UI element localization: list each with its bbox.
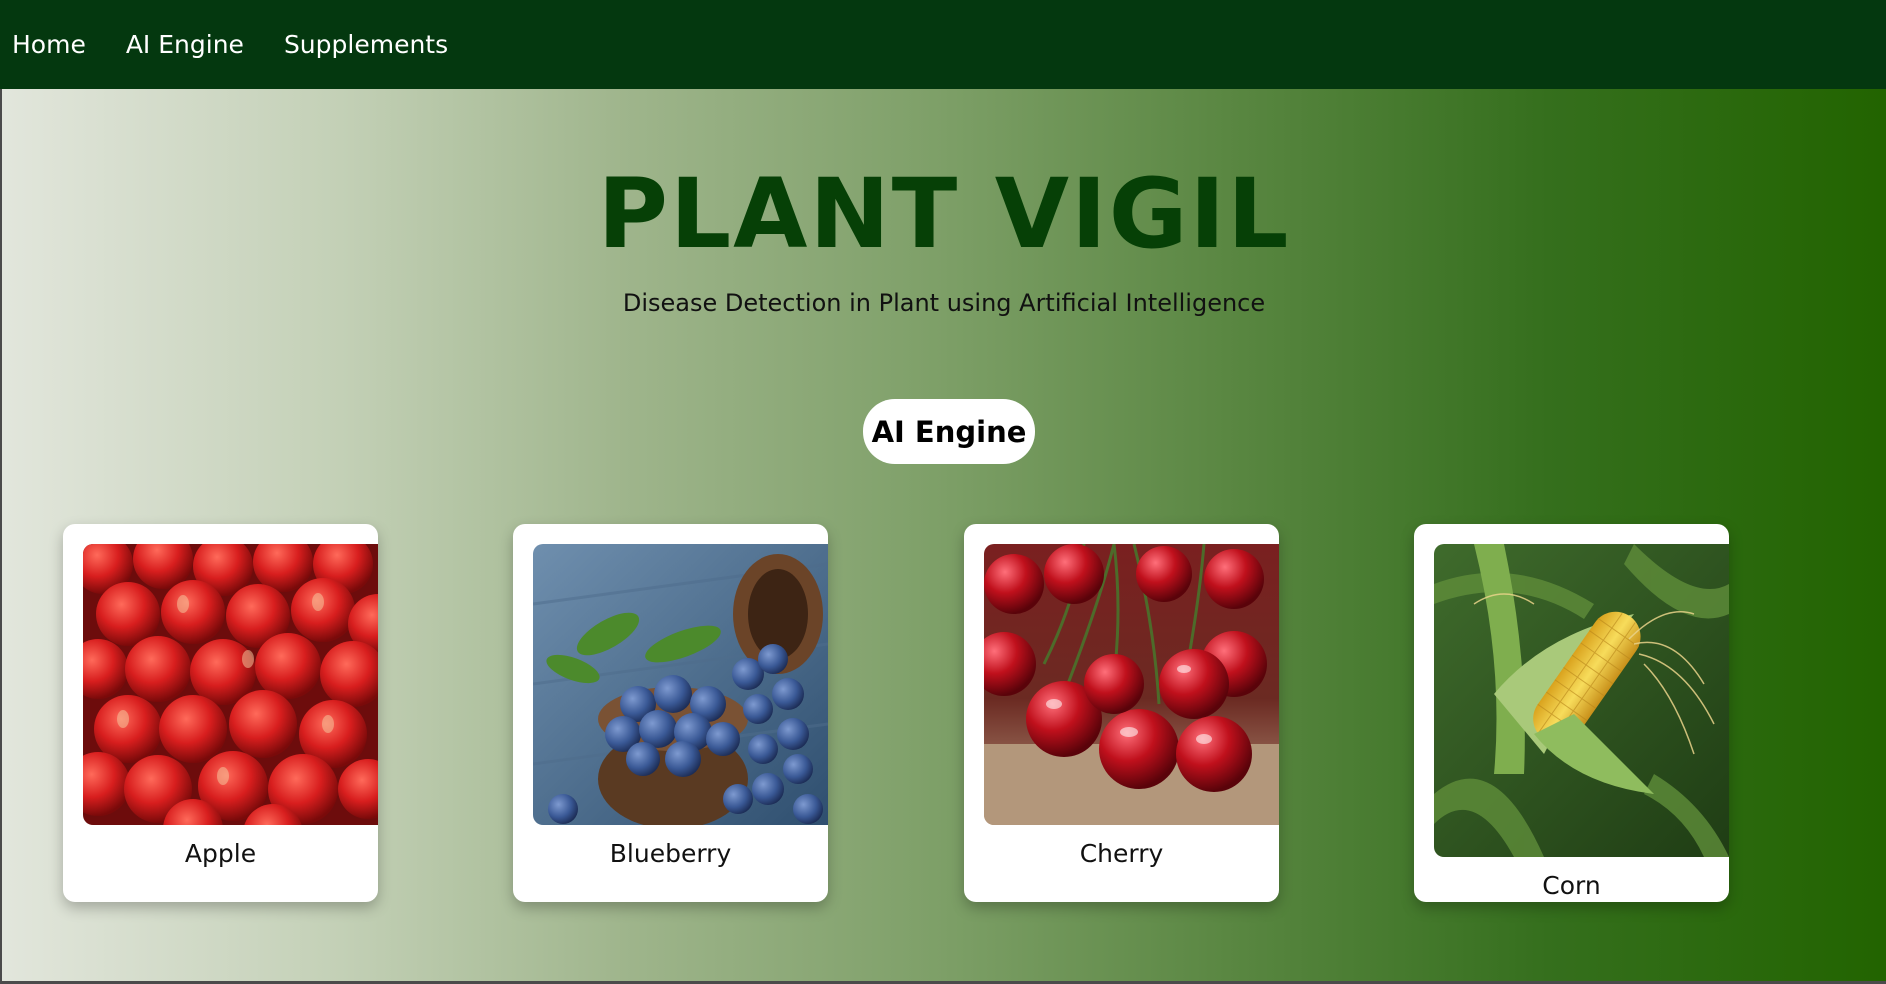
nav-link-supplements[interactable]: Supplements <box>284 30 448 59</box>
page-subtitle: Disease Detection in Plant using Artific… <box>622 289 1266 317</box>
plant-card-corn[interactable]: Corn <box>1414 524 1729 902</box>
top-navbar: Home AI Engine Supplements <box>0 0 1886 89</box>
plant-card-blueberry[interactable]: Blueberry <box>513 524 828 902</box>
ai-engine-button[interactable]: AI Engine <box>863 399 1035 464</box>
hero-section: PLANT VIGIL Disease Detection in Plant u… <box>2 89 1886 981</box>
card-label-corn: Corn <box>1542 871 1601 900</box>
page-title: PLANT VIGIL <box>597 158 1291 270</box>
card-label-apple: Apple <box>184 839 257 868</box>
plant-card-apple[interactable]: Apple <box>63 524 378 902</box>
nav-link-home[interactable]: Home <box>12 30 86 59</box>
plant-card-cherry[interactable]: Cherry <box>964 524 1279 902</box>
apples-photo[interactable] <box>83 544 378 825</box>
corn-photo[interactable] <box>1434 544 1729 857</box>
nav-link-ai-engine[interactable]: AI Engine <box>126 30 244 59</box>
card-label-blueberry: Blueberry <box>609 839 732 868</box>
cherries-photo[interactable] <box>984 544 1279 825</box>
page: Home AI Engine Supplements PLANT VIGIL D… <box>0 0 1886 984</box>
blueberries-photo[interactable] <box>533 544 828 825</box>
card-label-cherry: Cherry <box>1079 839 1164 868</box>
